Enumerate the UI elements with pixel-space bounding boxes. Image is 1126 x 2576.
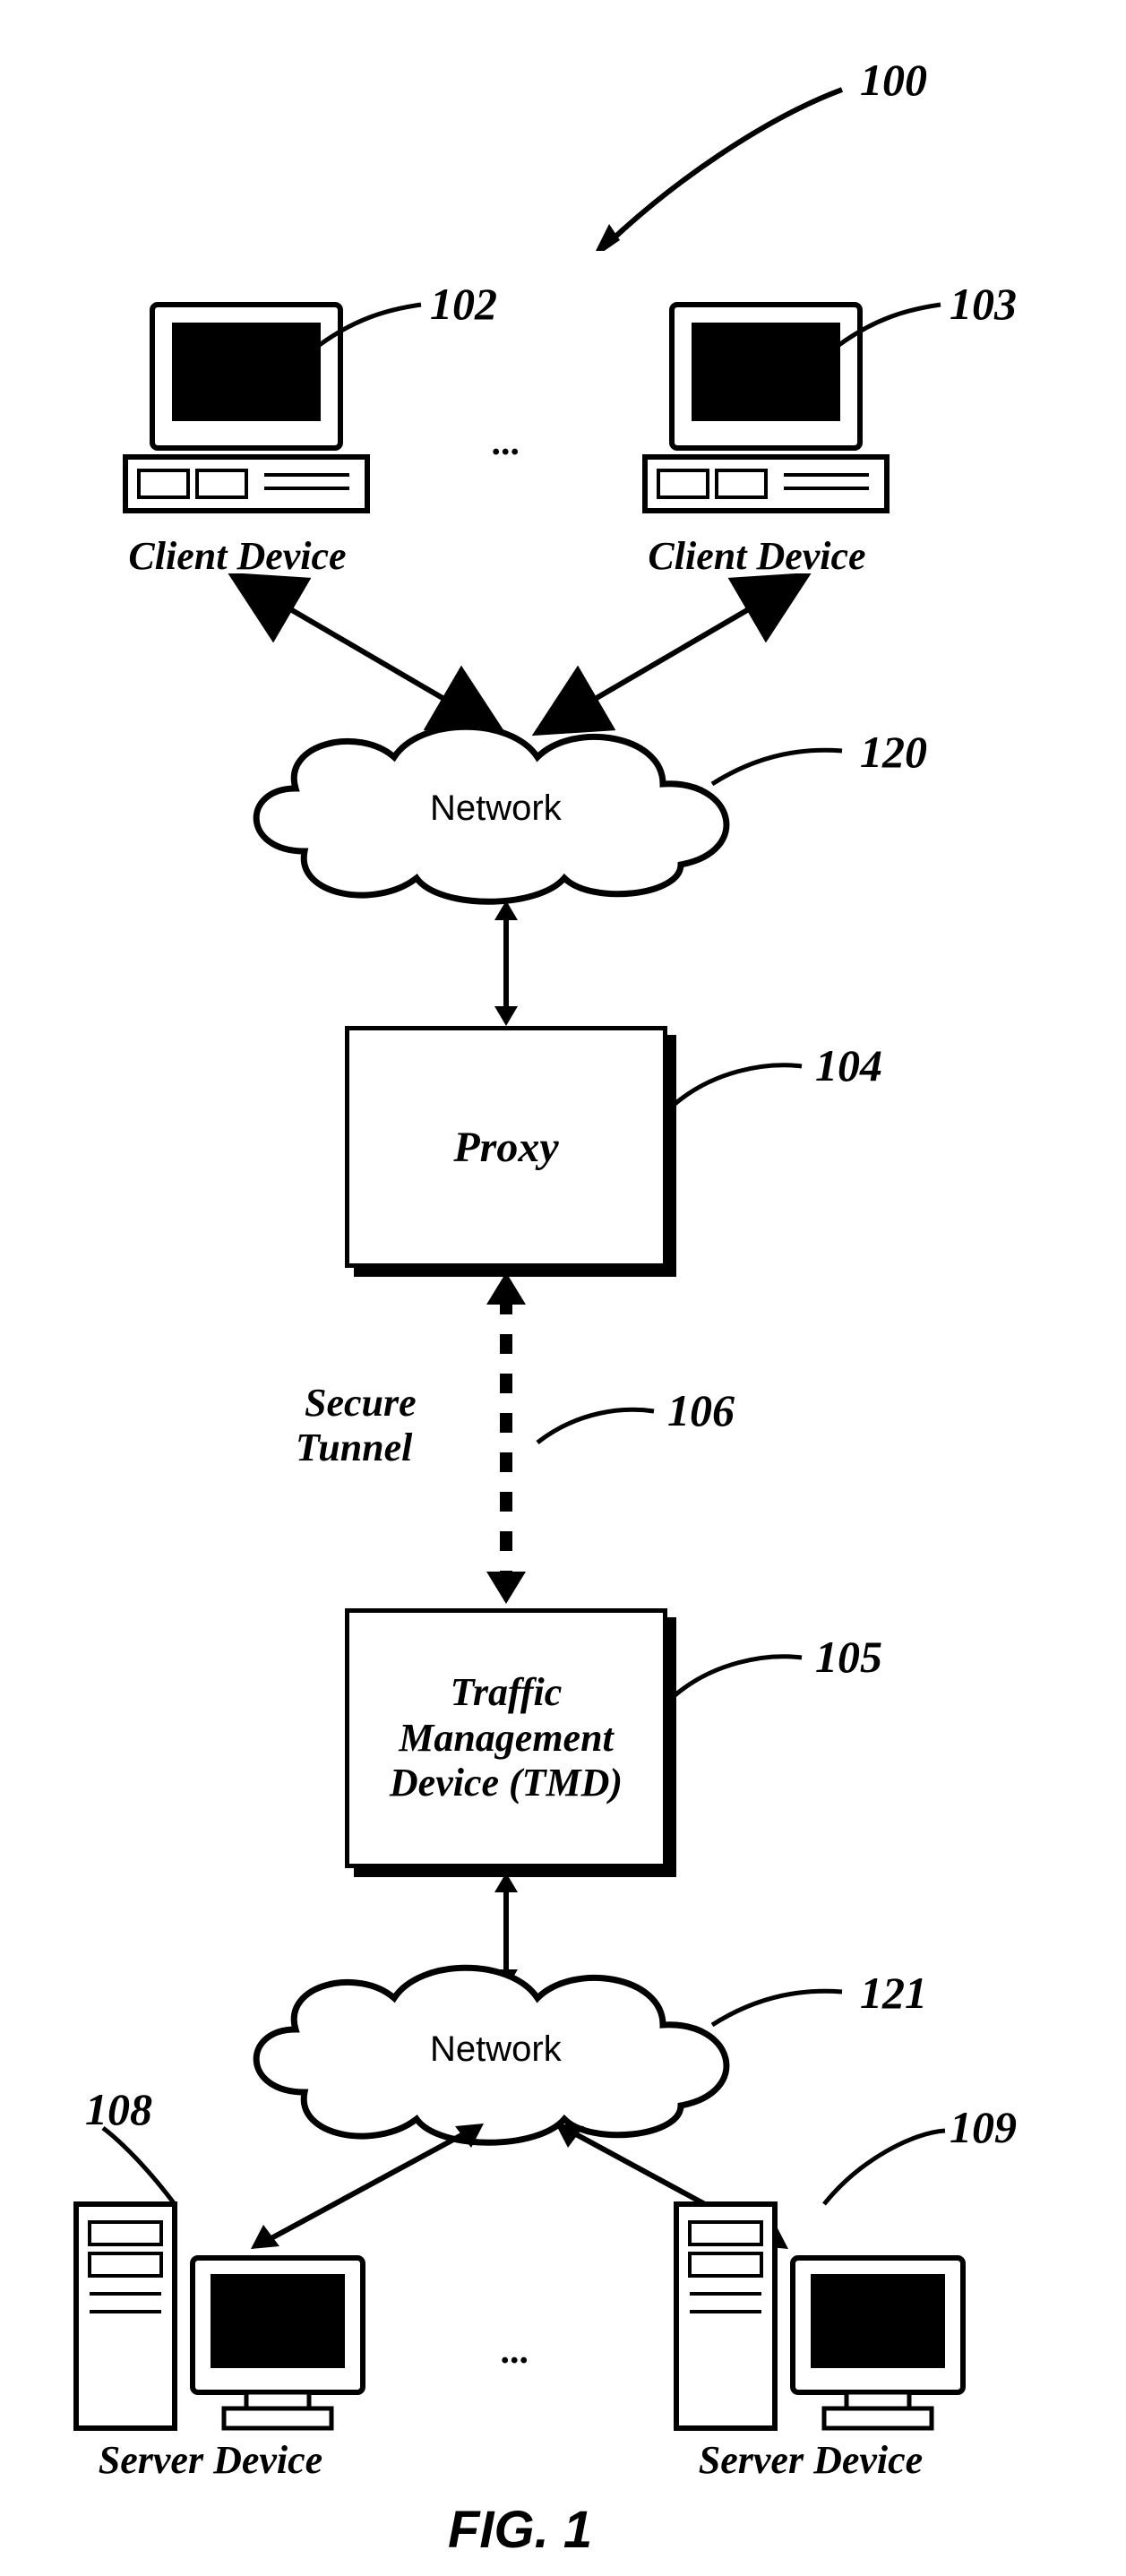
ref-client-right: 103	[950, 278, 1017, 330]
ref-tunnel: 106	[667, 1384, 735, 1436]
label-tunnel-l1: Secure	[305, 1380, 417, 1426]
figure-ref-arrow	[564, 72, 869, 251]
ref-server-right: 109	[950, 2101, 1017, 2153]
label-tunnel-l2: Tunnel	[296, 1425, 412, 1470]
ellipsis-clients: ...	[493, 421, 521, 464]
ref-lead-109	[815, 2124, 958, 2213]
ref-lead-108	[94, 2124, 202, 2213]
ref-server-left: 108	[85, 2083, 152, 2135]
label-tmd-l2: Management	[390, 1716, 623, 1762]
figure-caption: FIG. 1	[448, 2500, 592, 2560]
label-tmd-l1: Traffic	[390, 1670, 623, 1716]
ref-lead-104	[667, 1057, 820, 1129]
figure-1: 100 102 Client Device 103 Client Device …	[0, 0, 1126, 2576]
label-client-right: Client Device	[627, 533, 887, 579]
label-proxy: Proxy	[453, 1123, 558, 1172]
ref-lead-106	[533, 1402, 667, 1456]
label-network-bottom: Network	[430, 2029, 562, 2070]
ref-tmd: 105	[815, 1631, 882, 1683]
ref-proxy: 104	[815, 1039, 882, 1091]
server-device-right-icon	[667, 2177, 972, 2437]
ref-figure: 100	[860, 54, 927, 106]
label-server-right: Server Device	[667, 2437, 954, 2483]
label-network-top: Network	[430, 788, 562, 829]
ref-lead-120	[708, 744, 860, 806]
tmd-box: Traffic Management Device (TMD)	[345, 1608, 667, 1868]
ref-lead-105	[667, 1649, 820, 1720]
ref-lead-121	[708, 1985, 860, 2047]
label-server-left: Server Device	[67, 2437, 354, 2483]
proxy-box: Proxy	[345, 1026, 667, 1268]
ref-network-top: 120	[860, 726, 927, 778]
server-device-left-icon	[67, 2177, 372, 2437]
ref-network-bottom: 121	[860, 1967, 927, 2019]
secure-tunnel-arrow	[479, 1272, 533, 1604]
arrow-network-proxy	[479, 900, 533, 1026]
label-client-left: Client Device	[107, 533, 367, 579]
ref-client-left: 102	[430, 278, 497, 330]
ellipsis-servers: ...	[502, 2330, 530, 2373]
label-tmd-l3: Device (TMD)	[390, 1761, 623, 1806]
